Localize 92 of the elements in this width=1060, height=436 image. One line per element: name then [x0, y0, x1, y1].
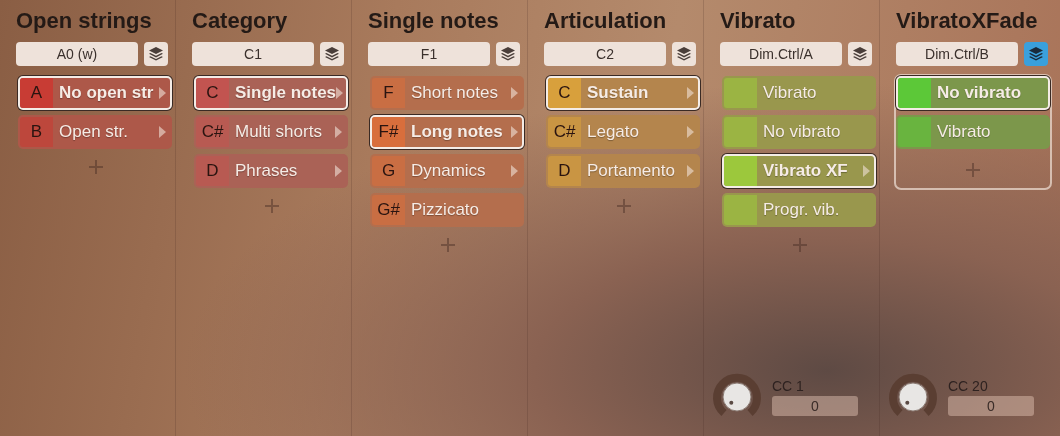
column-title: Vibrato: [720, 8, 797, 35]
articulation-item[interactable]: C# Multi shorts: [194, 115, 348, 149]
column-title: Open strings: [16, 8, 153, 35]
item-label: Sustain: [586, 82, 650, 104]
key-label: B: [20, 117, 53, 147]
item-label: Multi shorts: [234, 121, 323, 143]
articulation-item[interactable]: No vibrato: [896, 76, 1050, 110]
articulation-item[interactable]: B Open str.: [18, 115, 172, 149]
color-swatch: [724, 195, 757, 225]
layers-icon: [676, 46, 692, 62]
layers-button[interactable]: [320, 42, 344, 66]
layers-button[interactable]: [496, 42, 520, 66]
articulation-item[interactable]: D Portamento: [546, 154, 700, 188]
key-field[interactable]: F1: [368, 42, 490, 66]
articulation-item[interactable]: C Single notes: [194, 76, 348, 110]
key-field[interactable]: Dim.Ctrl/B: [896, 42, 1018, 66]
item-label: No open str: [58, 82, 155, 104]
key-label: D: [196, 156, 229, 186]
layers-button[interactable]: [672, 42, 696, 66]
key-label: C: [196, 78, 229, 108]
arrow-icon: [687, 87, 694, 99]
item-label: Phrases: [234, 160, 299, 182]
arrow-icon: [335, 126, 342, 138]
cc-value-field[interactable]: 0: [772, 396, 858, 416]
arrow-icon: [863, 165, 870, 177]
item-label: Vibrato: [762, 82, 818, 104]
color-swatch: [898, 117, 931, 147]
item-label: Short notes: [410, 82, 499, 104]
item-label: Long notes: [410, 121, 504, 143]
item-label: No vibrato: [936, 82, 1023, 104]
arrow-icon: [159, 87, 166, 99]
key-field[interactable]: Dim.Ctrl/A: [720, 42, 842, 66]
layers-button[interactable]: [144, 42, 168, 66]
cc-value-field[interactable]: 0: [948, 396, 1034, 416]
articulation-item[interactable]: Progr. vib.: [722, 193, 876, 227]
key-label: F#: [372, 117, 405, 147]
articulation-item[interactable]: F Short notes: [370, 76, 524, 110]
item-label: Progr. vib.: [762, 199, 841, 221]
layers-icon: [500, 46, 516, 62]
color-swatch: [724, 78, 757, 108]
column-title: Category: [192, 8, 289, 35]
cc-label: CC 20: [948, 378, 989, 394]
arrow-icon: [511, 165, 518, 177]
key-label: G#: [372, 195, 405, 225]
arrow-icon: [511, 87, 518, 99]
item-label: Vibrato XF: [762, 160, 849, 182]
articulation-item[interactable]: A No open str: [18, 76, 172, 110]
arrow-icon: [511, 126, 518, 138]
item-label: Pizzicato: [410, 199, 481, 221]
column-title: VibratoXFade: [896, 8, 1039, 35]
column-title: Articulation: [544, 8, 668, 35]
key-label: C#: [548, 117, 581, 147]
key-label: G: [372, 156, 405, 186]
layers-icon: [1028, 46, 1044, 62]
arrow-icon: [687, 126, 694, 138]
layers-button[interactable]: [848, 42, 872, 66]
arrow-icon: [159, 126, 166, 138]
cc-label: CC 1: [772, 378, 805, 394]
articulation-item[interactable]: Vibrato XF: [722, 154, 876, 188]
articulation-item[interactable]: G Dynamics: [370, 154, 524, 188]
item-label: Open str.: [58, 121, 129, 143]
color-swatch: [724, 117, 757, 147]
arrow-icon: [335, 165, 342, 177]
column-title: Single notes: [368, 8, 500, 35]
articulation-item[interactable]: No vibrato: [722, 115, 876, 149]
articulation-item[interactable]: C Sustain: [546, 76, 700, 110]
key-label: F: [372, 78, 405, 108]
key-label: A: [20, 78, 53, 108]
arrow-icon: [687, 165, 694, 177]
articulation-item[interactable]: Vibrato: [722, 76, 876, 110]
item-label: Legato: [586, 121, 640, 143]
key-field[interactable]: C2: [544, 42, 666, 66]
articulation-item[interactable]: C# Legato: [546, 115, 700, 149]
key-field[interactable]: C1: [192, 42, 314, 66]
layers-icon: [324, 46, 340, 62]
key-label: C: [548, 78, 581, 108]
articulation-item[interactable]: Vibrato: [896, 115, 1050, 149]
arrow-icon: [336, 87, 344, 99]
layers-icon: [852, 46, 868, 62]
item-label: Portamento: [586, 160, 676, 182]
key-label: C#: [196, 117, 229, 147]
item-label: Dynamics: [410, 160, 487, 182]
item-label: Vibrato: [936, 121, 992, 143]
layers-button[interactable]: [1024, 42, 1048, 66]
articulation-item[interactable]: G# Pizzicato: [370, 193, 524, 227]
item-label: Single notes: [234, 82, 337, 104]
articulation-item[interactable]: F# Long notes: [370, 115, 524, 149]
layers-icon: [148, 46, 164, 62]
item-label: No vibrato: [762, 121, 842, 143]
articulation-item[interactable]: D Phrases: [194, 154, 348, 188]
key-label: D: [548, 156, 581, 186]
key-field[interactable]: A0 (w): [16, 42, 138, 66]
